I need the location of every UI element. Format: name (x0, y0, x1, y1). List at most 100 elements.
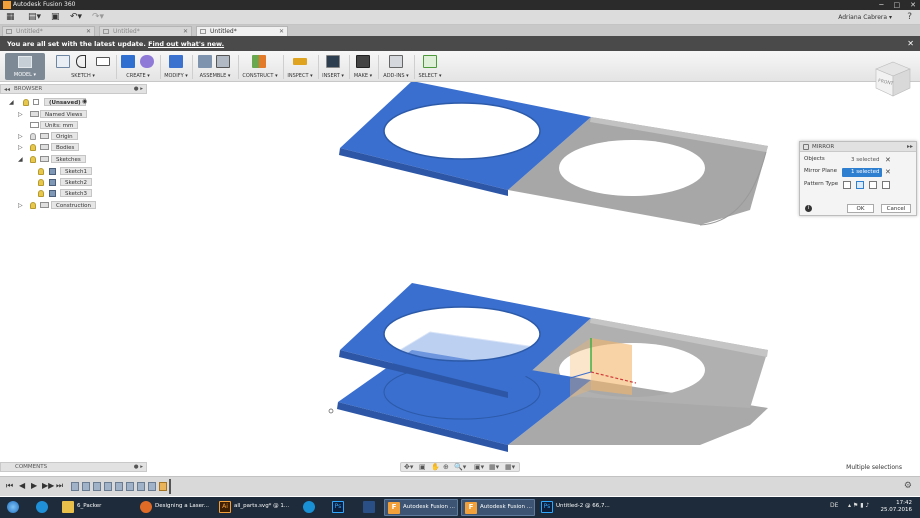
look-at-icon[interactable]: ▣ (419, 463, 426, 472)
browser-pin-icon[interactable]: ● ▸ (134, 86, 143, 92)
pattern-features-icon[interactable] (869, 181, 877, 189)
timeline-marker[interactable] (169, 479, 171, 494)
tab-close-icon[interactable]: ✕ (183, 27, 188, 36)
grid-settings-icon[interactable]: ▦▾ (489, 463, 499, 472)
browser-panel-header[interactable]: ◂◂ BROWSER ● ▸ (0, 84, 147, 94)
cancel-button[interactable]: Cancel (881, 204, 911, 213)
go-to-end-icon[interactable]: ⏭ (56, 481, 63, 491)
timeline-feature[interactable] (115, 482, 123, 491)
maximize-button[interactable]: □ (894, 0, 901, 10)
timeline-feature[interactable] (93, 482, 101, 491)
step-back-icon[interactable]: ◀ (19, 481, 25, 490)
collapse-triangle-icon[interactable]: ◢ (9, 99, 14, 106)
timeline-feature[interactable] (137, 482, 145, 491)
pan-icon[interactable]: ✋ (431, 463, 440, 472)
viewports-icon[interactable]: ▦▾ (505, 463, 515, 472)
play-icon[interactable]: ▶ (31, 481, 37, 490)
insert-group[interactable]: INSERT ▾ (320, 53, 346, 81)
timeline-feature[interactable] (126, 482, 134, 491)
file-menu-icon[interactable]: ▤▾ (28, 12, 41, 23)
browser-collapse-icon[interactable]: ◂◂ (4, 86, 10, 93)
timeline-settings-gear-icon[interactable]: ⚙ (904, 481, 912, 491)
workspace-switcher-model[interactable]: MODEL ▾ (5, 53, 45, 80)
inspect-group[interactable]: INSPECT ▾ (285, 53, 315, 81)
visibility-bulb-icon[interactable] (30, 202, 36, 209)
timeline-feature[interactable] (159, 482, 167, 491)
minimize-button[interactable]: ─ (879, 0, 883, 10)
taskbar-illustrator[interactable]: Ai all_parts.svg* @ 1... (216, 499, 292, 516)
timeline-feature[interactable] (104, 482, 112, 491)
mirror-dialog-header[interactable]: MIRROR ▸▸ (800, 142, 916, 152)
visibility-bulb-icon[interactable] (30, 156, 36, 163)
visibility-bulb-icon[interactable] (38, 179, 44, 186)
pattern-components-icon[interactable] (882, 181, 890, 189)
visibility-bulb-icon[interactable] (38, 168, 44, 175)
tab-untitled-2[interactable]: Untitled* ✕ (99, 26, 192, 36)
pattern-bodies-icon[interactable] (856, 181, 864, 189)
mirror-plane-selection[interactable]: 1 selected (842, 168, 883, 177)
tray-icons[interactable]: ▴ ⚑ ▮ ♪ (848, 502, 869, 509)
orbit-icon[interactable]: ✥▾ (404, 463, 413, 472)
expand-triangle-icon[interactable]: ▷ (18, 144, 23, 151)
taskbar-fusion-2[interactable]: F Autodesk Fusion ... (461, 499, 535, 516)
taskbar-photoshop-2[interactable]: Ps Untitled-2 @ 66,7... (538, 499, 616, 516)
timeline-feature[interactable] (71, 482, 79, 491)
tab-close-icon[interactable]: ✕ (86, 27, 91, 36)
taskbar-fusion-1[interactable]: F Autodesk Fusion ... (384, 499, 458, 516)
ok-button[interactable]: OK (847, 204, 874, 213)
modify-group[interactable]: MODIFY ▾ (162, 53, 190, 81)
canvas-viewport[interactable] (0, 82, 920, 476)
fit-icon[interactable]: 🔍▾ (454, 463, 466, 472)
clear-plane-icon[interactable]: ✕ (885, 168, 891, 177)
tab-untitled-3[interactable]: Untitled* ✕ (196, 26, 288, 36)
user-account-menu[interactable]: Adriana Cabrera ▾ (838, 14, 892, 21)
create-group[interactable]: CREATE ▾ (118, 53, 158, 81)
taskbar-explorer[interactable]: 6_Packer (59, 499, 131, 516)
zoom-icon[interactable]: ⊕ (443, 463, 449, 472)
taskbar-firefox[interactable]: Designing a Laser... (137, 499, 213, 516)
clear-objects-icon[interactable]: ✕ (885, 156, 891, 165)
close-window-button[interactable]: ✕ (910, 0, 916, 10)
taskbar-internet-explorer[interactable] (30, 499, 56, 516)
expand-triangle-icon[interactable]: ▷ (18, 111, 23, 118)
pattern-faces-icon[interactable] (843, 181, 851, 189)
sketch-group[interactable]: SKETCH ▾ (54, 53, 112, 81)
start-button[interactable] (3, 499, 25, 516)
dialog-expand-icon[interactable]: ▸▸ (907, 143, 913, 150)
expand-triangle-icon[interactable]: ▷ (18, 202, 23, 209)
timeline-feature[interactable] (148, 482, 156, 491)
data-panel-grid-icon[interactable]: ▦ (6, 12, 15, 23)
view-cube[interactable]: FRONT (872, 58, 914, 102)
make-group[interactable]: MAKE ▾ (350, 53, 376, 81)
language-indicator[interactable]: DE (830, 502, 838, 509)
display-settings-icon[interactable]: ▣▾ (474, 463, 484, 472)
add-ins-group[interactable]: ADD-INS ▾ (380, 53, 412, 81)
tree-root[interactable]: ◢ (Unsaved) ◉ (0, 98, 147, 107)
tab-untitled-1[interactable]: Untitled* ✕ (2, 26, 95, 36)
info-icon[interactable]: i (805, 205, 812, 212)
go-to-start-icon[interactable]: ⏮ (6, 481, 13, 491)
collapse-triangle-icon[interactable]: ◢ (18, 156, 23, 163)
select-group[interactable]: SELECT ▾ (416, 53, 444, 81)
comments-pin-icon[interactable]: ● ▸ (134, 464, 143, 470)
expand-triangle-icon[interactable]: ▷ (18, 133, 23, 140)
banner-close-icon[interactable]: ✕ (907, 39, 914, 48)
construct-group[interactable]: CONSTRUCT ▾ (240, 53, 280, 81)
taskbar-photoshop-1[interactable]: Ps (326, 499, 352, 516)
redo-icon[interactable]: ↷▾ (92, 12, 104, 23)
timeline-feature[interactable] (82, 482, 90, 491)
radio-active-icon[interactable]: ◉ (82, 98, 87, 105)
assemble-group[interactable]: ASSEMBLE ▾ (195, 53, 235, 81)
undo-icon[interactable]: ↶▾ (70, 12, 82, 23)
taskbar-app-6[interactable] (355, 499, 387, 516)
system-clock[interactable]: 17:42 25.07.2016 (881, 500, 913, 514)
help-icon[interactable]: ? (907, 12, 912, 22)
taskbar-app-c[interactable] (297, 499, 323, 516)
objects-selection[interactable]: 3 selected (842, 156, 882, 165)
step-forward-icon[interactable]: ▶▶ (42, 481, 54, 490)
mirror-plane-preview[interactable] (591, 338, 632, 395)
comments-panel-header[interactable]: COMMENTS ● ▸ (0, 462, 147, 472)
visibility-bulb-icon[interactable] (38, 190, 44, 197)
whats-new-link[interactable]: Find out what's new. (148, 40, 224, 48)
tab-close-icon[interactable]: ✕ (279, 27, 284, 36)
